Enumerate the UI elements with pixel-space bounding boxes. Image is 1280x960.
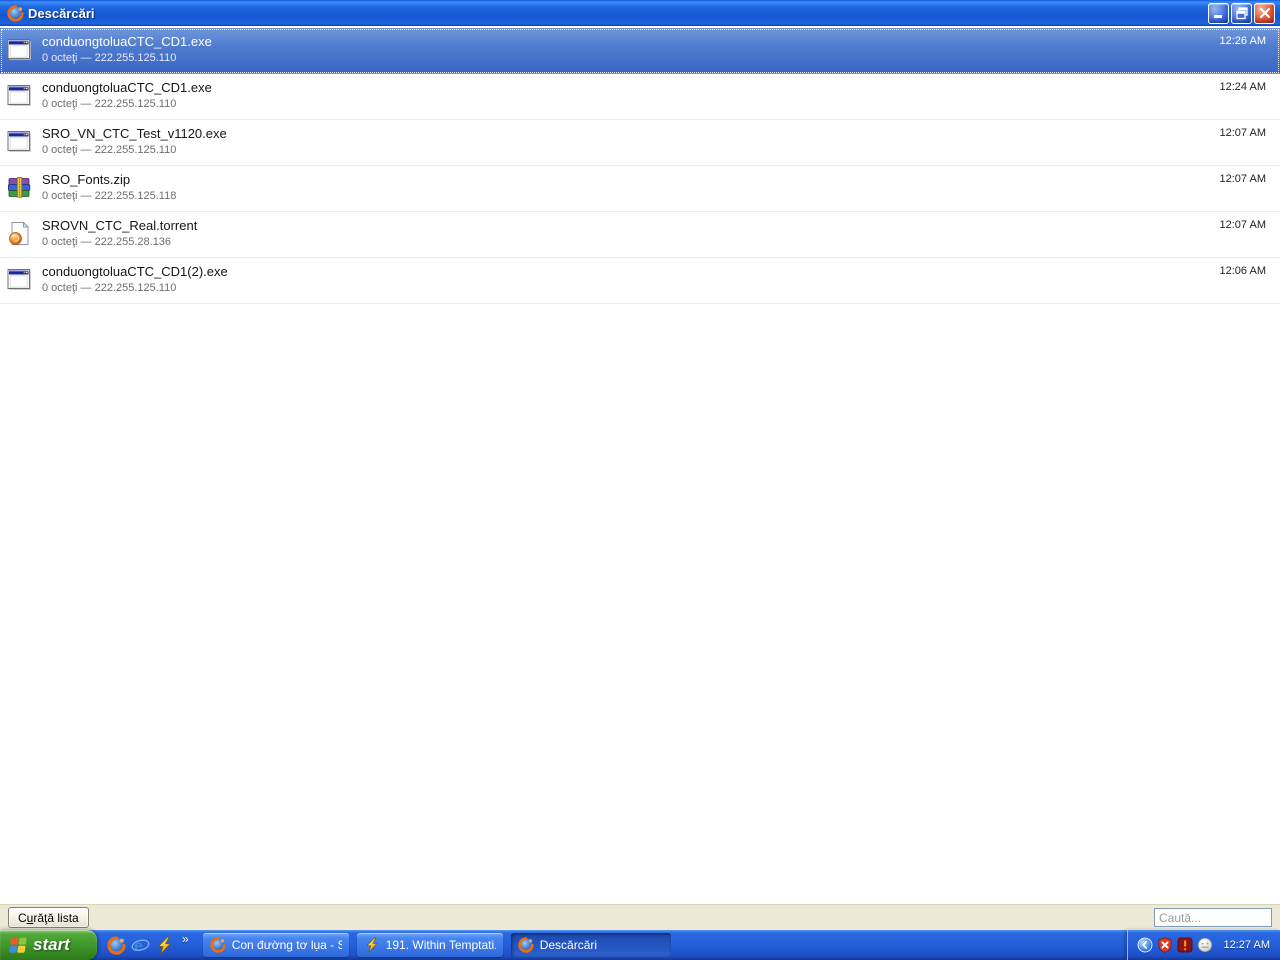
start-label: start — [33, 935, 70, 955]
window-title: Descărcări — [28, 6, 1208, 21]
restore-button[interactable] — [1231, 3, 1252, 24]
taskbar-task-label: Descărcări — [540, 938, 597, 952]
download-item[interactable]: conduongtoluaCTC_CD1.exe 0 octeţi — 222.… — [0, 74, 1280, 120]
download-details: 0 octeţi — 222.255.125.110 — [42, 281, 228, 296]
downloads-window: Descărcări conduongtoluaCTC_CD1.exe 0 oc… — [0, 0, 1280, 960]
downloads-list: conduongtoluaCTC_CD1.exe 0 octeţi — 222.… — [0, 26, 1280, 904]
ie-icon[interactable]: e — [131, 936, 150, 955]
tray-clock: 12:27 AM — [1224, 939, 1270, 951]
exe-file-icon — [6, 82, 33, 109]
start-button[interactable]: start — [0, 930, 97, 960]
taskbar-task[interactable]: Descărcări — [511, 933, 671, 957]
download-details: 0 octeţi — 222.255.125.110 — [42, 143, 227, 158]
messenger-icon[interactable] — [1197, 937, 1213, 953]
torrent-file-icon — [6, 220, 33, 247]
winamp-icon[interactable] — [155, 936, 174, 955]
download-time: 12:07 AM — [1220, 127, 1266, 139]
firefox-icon — [7, 5, 24, 22]
exe-file-icon — [6, 128, 33, 155]
alert-icon[interactable] — [1177, 937, 1193, 953]
quick-launch-overflow-chevron[interactable]: » — [182, 932, 189, 946]
quick-launch: e — [107, 936, 174, 955]
taskbar-task[interactable]: Con đường tơ lụa - Sil... — [203, 933, 349, 957]
download-time: 12:26 AM — [1220, 35, 1266, 47]
window-controls — [1208, 3, 1275, 24]
collapse-chevron-icon[interactable] — [1137, 937, 1153, 953]
taskbar-tasks: Con đường tơ lụa - Sil... 191. Within Tem… — [203, 930, 671, 960]
download-details: 0 octeţi — 222.255.125.118 — [42, 189, 176, 204]
download-time: 12:24 AM — [1220, 81, 1266, 93]
search-input[interactable] — [1154, 908, 1272, 927]
download-item[interactable]: SROVN_CTC_Real.torrent 0 octeţi — 222.25… — [0, 212, 1280, 258]
download-filename: conduongtoluaCTC_CD1.exe — [42, 33, 212, 50]
taskbar-task-label: 191. Within Temptati... — [386, 938, 496, 952]
download-details: 0 octeţi — 222.255.28.136 — [42, 235, 197, 250]
download-item[interactable]: SRO_VN_CTC_Test_v1120.exe 0 octeţi — 222… — [0, 120, 1280, 166]
download-time: 12:06 AM — [1220, 265, 1266, 277]
download-filename: conduongtoluaCTC_CD1.exe — [42, 79, 212, 96]
clear-list-button[interactable]: Curăţă lista — [8, 907, 89, 928]
taskbar: start e » Con đường tơ lụa - Sil... 191. … — [0, 930, 1280, 960]
system-tray: 12:27 AM — [1127, 930, 1280, 960]
download-time: 12:07 AM — [1220, 219, 1266, 231]
quick-launch-area: e » — [97, 930, 195, 960]
firefox-icon[interactable] — [107, 936, 126, 955]
download-item[interactable]: conduongtoluaCTC_CD1.exe 0 octeţi — 222.… — [0, 28, 1280, 74]
winamp-icon — [364, 937, 380, 953]
download-item[interactable]: conduongtoluaCTC_CD1(2).exe 0 octeţi — 2… — [0, 258, 1280, 304]
download-time: 12:07 AM — [1220, 173, 1266, 185]
exe-file-icon — [6, 266, 33, 293]
download-item[interactable]: SRO_Fonts.zip 0 octeţi — 222.255.125.118… — [0, 166, 1280, 212]
windows-flag-icon — [7, 936, 28, 955]
footer-bar: Curăţă lista — [0, 904, 1280, 930]
download-filename: conduongtoluaCTC_CD1(2).exe — [42, 263, 228, 280]
minimize-button[interactable] — [1208, 3, 1229, 24]
tray-icons — [1137, 937, 1213, 953]
security-shield-icon[interactable] — [1157, 937, 1173, 953]
download-details: 0 octeţi — 222.255.125.110 — [42, 51, 212, 66]
exe-file-icon — [6, 36, 33, 63]
close-button[interactable] — [1254, 3, 1275, 24]
download-filename: SRO_VN_CTC_Test_v1120.exe — [42, 125, 227, 142]
rar-archive-icon — [6, 174, 33, 201]
firefox-icon — [210, 937, 226, 953]
download-filename: SRO_Fonts.zip — [42, 171, 176, 188]
firefox-icon — [518, 937, 534, 953]
download-filename: SROVN_CTC_Real.torrent — [42, 217, 197, 234]
download-details: 0 octeţi — 222.255.125.110 — [42, 97, 212, 112]
taskbar-task-label: Con đường tơ lụa - Sil... — [232, 938, 342, 952]
window-titlebar[interactable]: Descărcări — [0, 0, 1280, 26]
taskbar-task[interactable]: 191. Within Temptati... — [357, 933, 503, 957]
